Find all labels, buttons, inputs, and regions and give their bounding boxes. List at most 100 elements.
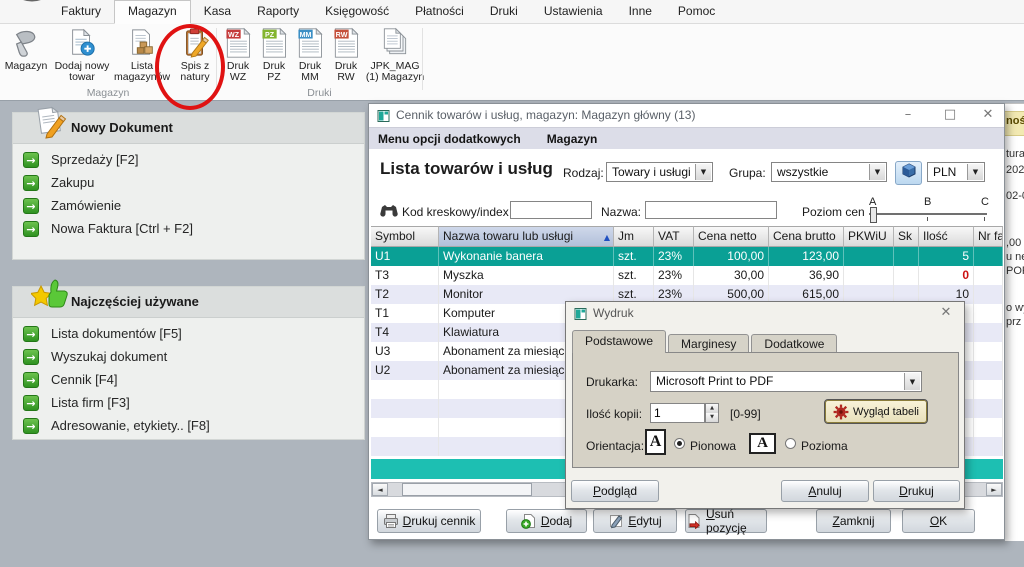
ribbon-button-druk-rw[interactable]: RWDruk RW [329,26,363,83]
radio-pozioma[interactable] [785,438,796,449]
zamknij-button[interactable]: Zamknij [816,509,891,533]
sidebar-item-wyszukaj-dokument[interactable]: →Wyszukaj dokument [13,346,364,369]
cell: 23% [654,247,694,266]
maximize-icon[interactable]: □ [942,107,958,122]
button-label: Drukuj cennik [403,514,476,528]
cell: T1 [371,304,439,323]
column-header-symbol[interactable]: Symbol [371,226,439,247]
svg-text:PZ: PZ [265,31,275,39]
green-arrow-icon: → [23,221,39,237]
sidebar-item-lista-dokumentow-f5[interactable]: →Lista dokumentów [F5] [13,323,364,346]
printer-select[interactable]: Microsoft Print to PDF ▼ [650,371,922,392]
cell [974,285,1003,304]
column-header-sk[interactable]: Sk [894,226,919,247]
usun-pozycje-button[interactable]: Usuń pozycję [685,509,767,533]
ribbon-button-druk-mm[interactable]: MMDruk MM [293,26,327,83]
cell: U1 [371,247,439,266]
minimize-icon[interactable]: – [900,107,916,122]
tab-magazyn[interactable]: Magazyn [114,0,191,24]
svg-text:MM: MM [300,31,312,39]
ribbon-button-dodaj-nowy-towar[interactable]: Dodaj nowy towar [51,26,113,83]
chevron-down-icon: ▼ [869,164,885,180]
column-header-ilosc[interactable]: Ilość [919,226,974,247]
tab-raporty[interactable]: Raporty [244,0,312,23]
currency-select[interactable]: PLN ▼ [927,162,985,182]
column-header-jm[interactable]: Jm [614,226,654,247]
column-header-cena-netto[interactable]: Cena netto [694,226,769,247]
tab-dodatkowe[interactable]: Dodatkowe [751,334,837,353]
tab-inne[interactable]: Inne [616,0,665,23]
ribbon-button-druk-pz[interactable]: PZDruk PZ [257,26,291,83]
cell: T3 [371,266,439,285]
button-label: OK [930,514,947,528]
drukuj-cennik-button[interactable]: Drukuj cennik [377,509,481,533]
dodaj-button[interactable]: Dodaj [506,509,587,533]
tab-pomoc[interactable]: Pomoc [665,0,728,23]
sidebar-item-lista-firm-f3[interactable]: →Lista firm [F3] [13,392,364,415]
ribbon-button-magazyn[interactable]: Magazyn [3,26,49,72]
nazwa-label: Nazwa: [601,205,641,219]
price-level-slider[interactable]: A B C [869,196,987,222]
rodzaj-select[interactable]: Towary i usługi ▼ [606,162,713,182]
tab-ksiegowosc[interactable]: Księgowość [312,0,402,23]
scrollbar-thumb[interactable] [402,483,532,496]
column-label: Cena brutto [773,229,836,243]
cell [894,266,919,285]
cell [974,342,1003,361]
tab-marginesy[interactable]: Marginesy [668,334,749,353]
ok-button[interactable]: OK [902,509,975,533]
edytuj-button[interactable]: Edytuj [593,509,677,533]
grupa-select[interactable]: wszystkie ▼ [771,162,887,182]
slider-handle[interactable] [870,207,877,223]
podglad-button[interactable]: Podgląd [571,480,659,502]
drukuj-button[interactable]: Drukuj [873,480,960,502]
copies-input[interactable] [650,403,705,423]
barcode-input[interactable] [510,201,592,219]
sort-ascending-icon: ▲ [604,228,610,247]
barcode-scanner-icon [11,27,41,59]
scroll-right-icon[interactable]: ► [986,483,1002,496]
cell: 36,90 [769,266,844,285]
close-icon[interactable]: ✕ [938,305,954,320]
sidebar-item-adresowanie-etykiety-f8[interactable]: →Adresowanie, etykiety.. [F8] [13,415,364,438]
tab-druki[interactable]: Druki [477,0,531,23]
grupa-label: Grupa: [729,166,766,180]
dialog-title: Wydruk [593,306,634,320]
ribbon-button-label: Dodaj nowy towar [51,61,113,83]
column-header-nazwa-towaru-lub-us-ugi[interactable]: Nazwa towaru lub usługi▲ [439,226,614,247]
sidebar-item-zakupu[interactable]: →Zakupu [13,172,364,195]
sidebar-item-zamowienie[interactable]: →Zamówienie [13,195,364,218]
sidebar-item-sprzedazy-f2[interactable]: →Sprzedaży [F2] [13,149,364,172]
tab-ustawienia[interactable]: Ustawienia [531,0,616,23]
column-header-cena-brutto[interactable]: Cena brutto [769,226,844,247]
menu-magazyn[interactable]: Magazyn [547,132,598,146]
sidebar-item-cennik-f4[interactable]: →Cennik [F4] [13,369,364,392]
wyglad-tabeli-button[interactable]: Wygląd tabeli [825,400,927,423]
groups-cube-button[interactable] [895,161,922,185]
tab-kasa[interactable]: Kasa [191,0,244,23]
nazwa-input[interactable] [645,201,777,219]
anuluj-button[interactable]: Anuluj [781,480,869,502]
ribbon-button-jpk-mag-1-magazyn[interactable]: JPK_MAG (1) Magazyn [365,26,425,83]
gear-icon [833,404,849,420]
spinner-down-icon[interactable]: ▼ [706,413,718,422]
cell [974,380,1003,399]
ribbon-button-druk-wz[interactable]: WZDruk WZ [221,26,255,83]
cell: 30,00 [694,266,769,285]
price-level-b: B [924,196,931,208]
scroll-left-icon[interactable]: ◄ [372,483,388,496]
table-row-u1[interactable]: U1Wykonanie baneraszt.23%100,00123,005 [371,247,1003,266]
table-row-t3[interactable]: T3Myszkaszt.23%30,0036,900 [371,266,1003,285]
menu-opcji-dodatkowych[interactable]: Menu opcji dodatkowych [378,132,521,146]
column-header-vat[interactable]: VAT [654,226,694,247]
copies-stepper: ▲ ▼ [705,403,719,423]
cell [974,437,1003,456]
tab-podstawowe[interactable]: Podstawowe [572,330,666,353]
column-header-pkwiu[interactable]: PKWiU [844,226,894,247]
close-icon[interactable]: ✕ [980,107,996,122]
column-header-nr-fa[interactable]: Nr fa [974,226,1003,247]
green-arrow-icon: → [23,198,39,214]
tab-p-atnosci[interactable]: Płatności [402,0,477,23]
radio-pionowa[interactable] [674,438,685,449]
sidebar-item-nowa-faktura-ctrl-f2[interactable]: →Nowa Faktura [Ctrl + F2] [13,218,364,241]
